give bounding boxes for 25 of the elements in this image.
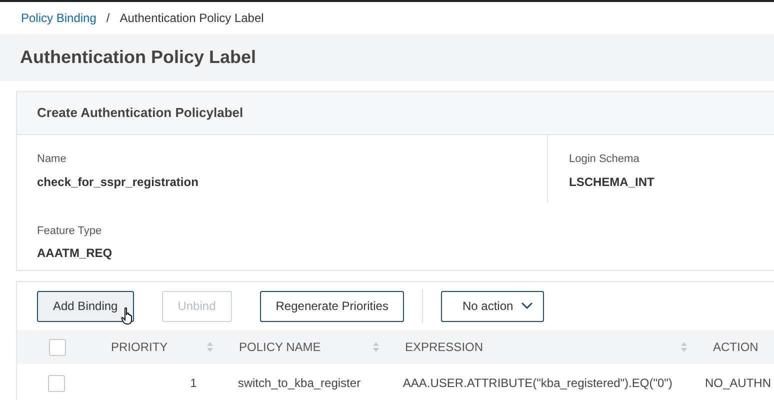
field-value: AAATM_REQ <box>37 245 114 262</box>
table-cell-text: switch_to_kba_register <box>238 375 361 392</box>
action-dropdown[interactable]: No action <box>441 290 544 322</box>
breadcrumb-separator: / <box>106 10 110 27</box>
field-label: Name <box>37 152 68 167</box>
checkbox[interactable] <box>48 338 66 356</box>
breadcrumb-current: Authentication Policy Label <box>120 10 264 27</box>
sort-icon <box>680 341 688 353</box>
sort-icon <box>372 341 380 353</box>
checkbox[interactable] <box>48 374 66 392</box>
card-title: Create Authentication Policylabel <box>37 104 244 122</box>
hand-cursor-icon <box>121 306 135 324</box>
toolbar-button[interactable]: Regenerate Priorities <box>260 290 404 322</box>
chevron-down-icon <box>521 302 534 310</box>
table-cell-text: AAA.USER.ATTRIBUTE("kba_registered").EQ("0") <box>402 375 672 392</box>
field-value: LSCHEMA_INT <box>569 174 656 190</box>
field-label: Feature Type <box>37 224 103 238</box>
table-cell-text: NO_AUTHN <box>704 375 771 392</box>
field-label: Login Schema <box>569 152 640 167</box>
breadcrumb-link[interactable]: Policy Binding <box>21 9 96 27</box>
toolbar-button[interactable]: Add Binding <box>37 290 134 322</box>
field-value: check_for_sspr_registration <box>37 174 200 190</box>
page-title: Authentication Policy Label <box>20 46 256 69</box>
sort-icon <box>206 341 214 353</box>
table-cell-text: 1 <box>190 375 197 392</box>
